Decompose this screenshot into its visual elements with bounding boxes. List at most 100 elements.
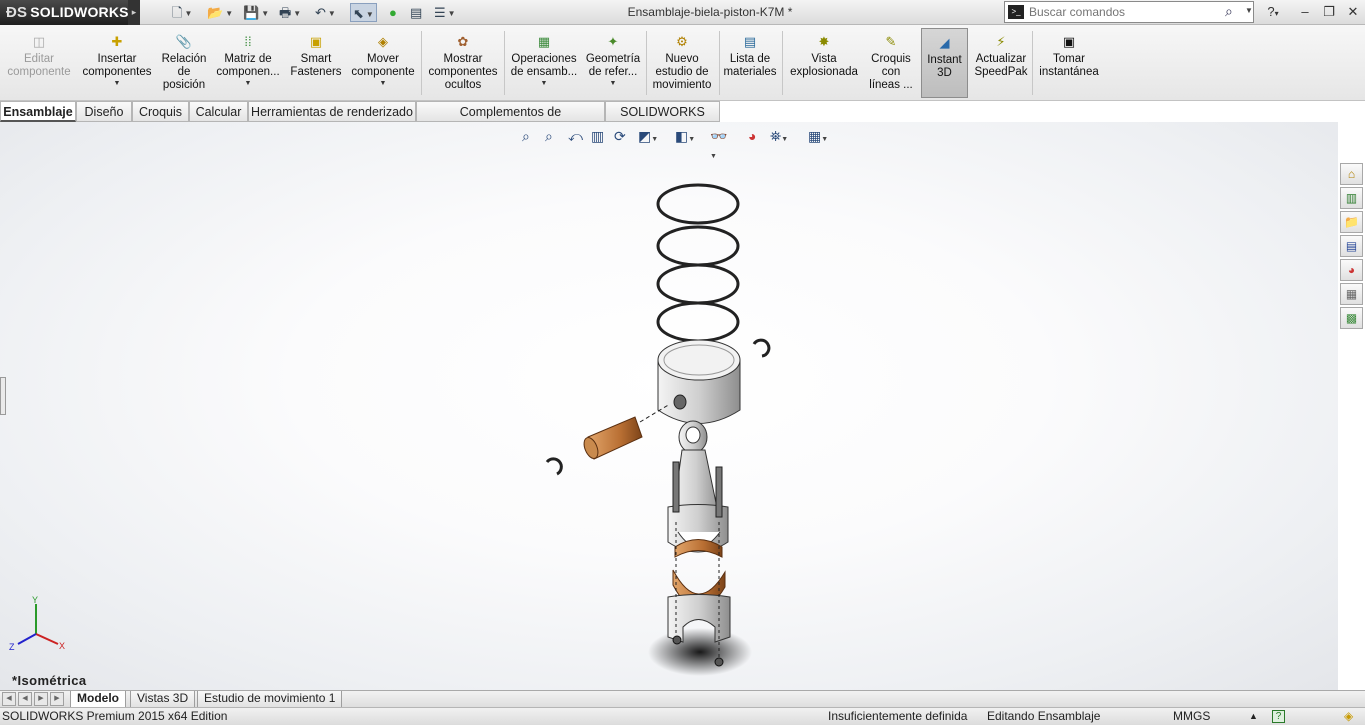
tab-ensamblaje[interactable]: Ensamblaje bbox=[0, 101, 76, 122]
lista-materiales-button[interactable]: ▤ Lista de materiales bbox=[721, 28, 779, 98]
folder-icon: 📂 bbox=[207, 5, 224, 20]
new-document-button[interactable]: 🗋 ▼ bbox=[172, 3, 192, 22]
next-tab-icon[interactable]: ▶ bbox=[34, 692, 48, 706]
matriz-componentes-button[interactable]: ⁞⁞ Matriz de componen... ▼ bbox=[214, 28, 282, 98]
reference-geometry-icon: ✦ bbox=[607, 34, 619, 49]
select-button[interactable]: ⬉ ▼ bbox=[350, 3, 377, 22]
editar-componente-button[interactable]: ◫ Editar componente bbox=[4, 28, 74, 98]
search-icon[interactable]: ⌕ bbox=[1225, 3, 1233, 20]
tab-croquis[interactable]: Croquis bbox=[132, 101, 189, 122]
view-settings-icon[interactable]: ▦▼ bbox=[808, 128, 828, 145]
undo-button[interactable]: ↶ ▼ bbox=[315, 3, 336, 22]
search-box[interactable]: >_ ⌕ ▼ bbox=[1004, 1, 1254, 23]
save-button[interactable]: 💾 ▼ bbox=[243, 3, 269, 22]
tab-modelo[interactable]: Modelo bbox=[70, 691, 126, 707]
previous-view-icon[interactable]: ⤺ bbox=[568, 128, 583, 145]
solidworks-forum-icon[interactable]: ▩ bbox=[1340, 307, 1363, 329]
rebuild-button[interactable]: ● bbox=[389, 3, 397, 22]
insert-components-icon: ✚ bbox=[111, 34, 123, 49]
tab-calcular[interactable]: Calcular bbox=[189, 101, 248, 122]
editing-mode-status[interactable]: Editando Ensamblaje bbox=[987, 708, 1100, 725]
design-library-icon[interactable]: ▥ bbox=[1340, 187, 1363, 209]
home-icon[interactable]: ⌂ bbox=[1340, 163, 1363, 185]
units-status[interactable]: MMGS bbox=[1173, 708, 1210, 725]
chevron-down-icon[interactable]: ▼ bbox=[214, 79, 282, 88]
menu-arrow-icon[interactable]: ▸ bbox=[128, 0, 140, 25]
last-tab-icon[interactable]: ▶ bbox=[50, 692, 64, 706]
piston[interactable] bbox=[657, 339, 741, 424]
hide-show-items-icon[interactable]: 👓▼ bbox=[710, 128, 727, 161]
file-properties-button[interactable]: ▤ bbox=[410, 3, 422, 22]
piston-rings[interactable] bbox=[656, 183, 740, 343]
tab-vistas-3d[interactable]: Vistas 3D bbox=[130, 691, 196, 707]
display-style-icon[interactable]: ◧▼ bbox=[675, 128, 695, 145]
previous-tab-icon[interactable]: ◀ bbox=[18, 692, 32, 706]
tab-herramientas-renderizado[interactable]: Herramientas de renderizado bbox=[248, 101, 416, 122]
feature-manager-collapse-handle[interactable] bbox=[0, 377, 6, 415]
chevron-down-icon[interactable]: ▼ bbox=[80, 79, 154, 88]
nut-right[interactable] bbox=[714, 657, 724, 667]
view-orientation-icon[interactable]: ◩▼ bbox=[638, 128, 658, 145]
custom-properties-icon[interactable]: ▦ bbox=[1340, 283, 1363, 305]
mostrar-ocultos-button[interactable]: ✿ Mostrar componentes ocultos bbox=[425, 28, 501, 98]
doc-restore-icon[interactable]: ❐ bbox=[1316, 122, 1332, 126]
options-button[interactable]: ☰ ▼ bbox=[434, 3, 456, 22]
view-orientation-label: *Isométrica bbox=[12, 673, 87, 688]
task-pane-tabs: ⌂ ▥ 📁 ▤ ◕ ▦ ▩ bbox=[1338, 160, 1365, 330]
tooltip-icon[interactable]: ◈ bbox=[1344, 708, 1353, 725]
search-input[interactable] bbox=[1029, 4, 1219, 20]
geometria-referencia-button[interactable]: ✦ Geometría de refer... ▼ bbox=[583, 28, 643, 98]
operaciones-ensamblaje-button[interactable]: ▦ Operaciones de ensamb... ▼ bbox=[508, 28, 580, 98]
chevron-down-icon[interactable]: ▼ bbox=[348, 79, 418, 88]
circlip-left[interactable] bbox=[545, 457, 563, 476]
solidworks-logo[interactable]: ƉS SOLIDWORKS bbox=[0, 0, 129, 25]
piston-pin[interactable] bbox=[581, 416, 643, 460]
close-button[interactable]: ✕ bbox=[1342, 2, 1364, 22]
split-vertical-icon[interactable]: ◫ bbox=[1248, 122, 1264, 126]
circlip-right[interactable] bbox=[752, 338, 771, 358]
insertar-componentes-button[interactable]: ✚ Insertar componentes ▼ bbox=[80, 28, 154, 98]
first-tab-icon[interactable]: ◀ bbox=[2, 692, 16, 706]
triad-x-axis bbox=[35, 633, 59, 645]
open-button[interactable]: 📂 ▼ bbox=[207, 3, 233, 22]
chevron-down-icon[interactable]: ▼ bbox=[508, 79, 580, 88]
mover-componente-button[interactable]: ◈ Mover componente ▼ bbox=[348, 28, 418, 98]
view-palette-icon[interactable]: ▤ bbox=[1340, 235, 1363, 257]
nuevo-estudio-button[interactable]: ⚙ Nuevo estudio de movimiento bbox=[648, 28, 716, 98]
help-button[interactable]: ?▾ bbox=[1262, 2, 1284, 22]
tab-complementos[interactable]: Complementos de SOLIDWORKS bbox=[416, 101, 605, 139]
chevron-up-icon[interactable]: ▲ bbox=[1249, 708, 1258, 725]
minimize-button[interactable]: – bbox=[1294, 2, 1316, 22]
zoom-to-fit-icon[interactable]: ⌕ bbox=[522, 128, 530, 145]
split-horizontal-icon[interactable]: ◫ bbox=[1271, 122, 1287, 126]
nut-left[interactable] bbox=[672, 635, 682, 645]
print-button[interactable]: 🖶 ▼ bbox=[279, 3, 301, 22]
smart-fasteners-button[interactable]: ▣ Smart Fasteners bbox=[287, 28, 345, 98]
actualizar-speedpak-button[interactable]: ⚡ Actualizar SpeedPak bbox=[972, 28, 1030, 98]
tomar-instantanea-button[interactable]: ▣ Tomar instantánea bbox=[1035, 28, 1103, 98]
connecting-rod[interactable] bbox=[667, 420, 729, 553]
exploded-assembly-model[interactable] bbox=[530, 162, 790, 682]
relacion-posicion-button[interactable]: 📎 Relación de posición bbox=[158, 28, 210, 98]
tab-mbd[interactable]: SOLIDWORKS MBD bbox=[605, 101, 720, 139]
tab-diseno[interactable]: Diseño bbox=[76, 101, 132, 122]
chevron-down-icon[interactable]: ▼ bbox=[583, 79, 643, 88]
vista-explosionada-button[interactable]: ✸ Vista explosionada bbox=[785, 28, 863, 98]
help-status-icon[interactable]: ? bbox=[1272, 710, 1285, 723]
section-view-icon[interactable]: ▥ bbox=[591, 128, 604, 145]
chevron-down-icon[interactable]: ▼ bbox=[1245, 6, 1253, 15]
dynamic-annotation-icon[interactable]: ⟳ bbox=[614, 128, 626, 145]
ribbon-separator bbox=[504, 31, 505, 95]
zoom-area-icon[interactable]: ⌕ bbox=[545, 128, 553, 145]
file-explorer-icon[interactable]: 📁 bbox=[1340, 211, 1363, 233]
apply-scene-icon[interactable]: ⛯▼ bbox=[770, 128, 788, 145]
graphics-area[interactable]: ◫ ◫ – ❐ ✕ ⌕ ⌕ ⤺ ▥ ⟳ ◩▼ ◧▼ 👓▼ ◕ ⛯▼ ▦▼ bbox=[0, 122, 1338, 690]
tab-estudio-movimiento[interactable]: Estudio de movimiento 1 bbox=[197, 691, 343, 707]
edit-appearance-icon[interactable]: ◕ bbox=[748, 128, 756, 144]
model-tabs-bar: ◀ ◀ ▶ ▶ Modelo Vistas 3D Estudio de movi… bbox=[0, 690, 1365, 707]
instant-3d-button[interactable]: ◢ Instant 3D bbox=[921, 28, 968, 98]
appearances-icon[interactable]: ◕ bbox=[1340, 259, 1363, 281]
restore-button[interactable]: ❐ bbox=[1318, 2, 1340, 22]
croquis-lineas-button[interactable]: ✎ Croquis con líneas ... bbox=[866, 28, 916, 98]
doc-minimize-icon[interactable]: – bbox=[1294, 122, 1310, 126]
